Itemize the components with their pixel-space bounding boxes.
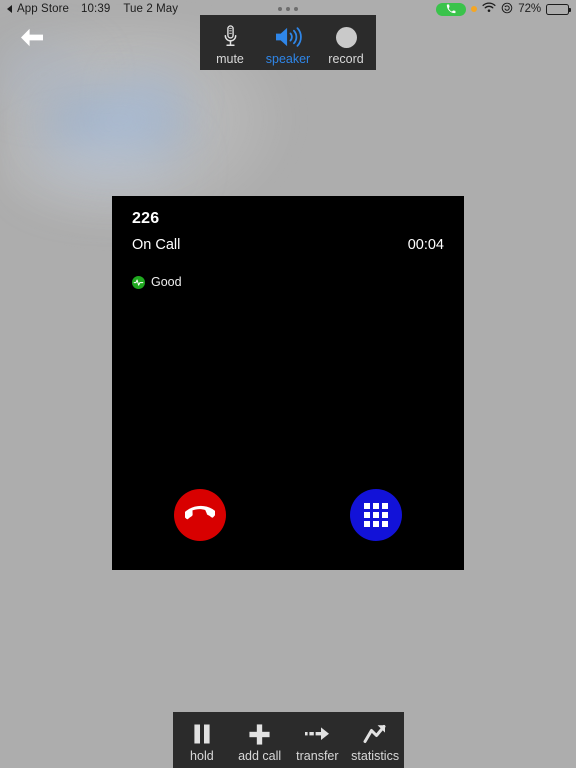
- transfer-button-label: transfer: [296, 749, 339, 763]
- add-call-button-label: add call: [238, 749, 282, 763]
- dashed-arrow-icon: [304, 721, 330, 747]
- microphone-icon: [223, 24, 238, 50]
- multitask-dot: [286, 7, 290, 11]
- call-controls-toolbar-top: mute speaker record: [200, 15, 376, 70]
- call-duration-timer: 00:04: [407, 237, 444, 253]
- signal-pulse-icon: [132, 275, 145, 289]
- end-call-button[interactable]: [174, 489, 226, 541]
- hold-button-label: hold: [190, 749, 214, 763]
- call-quality-label: Good: [151, 275, 182, 289]
- record-circle-icon: [335, 24, 357, 50]
- battery-icon: [546, 3, 572, 15]
- transfer-button[interactable]: transfer: [289, 712, 347, 768]
- speaker-button-label: speaker: [265, 52, 311, 66]
- status-bar: App Store 10:39 Tue 2 May 72%: [0, 0, 576, 18]
- active-call-panel: 226 On Call 00:04 Good: [112, 196, 464, 570]
- pause-icon: [192, 721, 212, 747]
- back-triangle-icon[interactable]: [7, 5, 12, 13]
- status-clock: 10:39: [81, 3, 111, 15]
- mute-button[interactable]: mute: [201, 15, 259, 70]
- multitask-dot: [278, 7, 282, 11]
- status-bar-left: App Store 10:39 Tue 2 May: [7, 3, 178, 15]
- status-bar-right: 72%: [436, 2, 572, 17]
- call-state-label: On Call: [132, 237, 181, 253]
- mute-button-label: mute: [216, 52, 244, 66]
- statistics-button[interactable]: statistics: [346, 712, 404, 768]
- chart-trend-icon: [363, 721, 387, 747]
- battery-percent-label: 72%: [518, 3, 541, 15]
- call-quality-indicator[interactable]: Good: [132, 275, 444, 289]
- dialpad-grid-icon: [364, 503, 388, 527]
- call-number: 226: [132, 210, 160, 227]
- call-action-buttons: [132, 489, 444, 541]
- call-status-row: On Call 00:04: [132, 237, 444, 253]
- hangup-handset-icon: [182, 498, 217, 533]
- speaker-button[interactable]: speaker: [259, 15, 317, 70]
- add-call-button[interactable]: add call: [231, 712, 289, 768]
- record-button[interactable]: record: [317, 15, 375, 70]
- active-call-phone-icon[interactable]: [436, 2, 467, 16]
- keypad-button[interactable]: [350, 489, 402, 541]
- hold-button[interactable]: hold: [173, 712, 231, 768]
- status-back-app-label[interactable]: App Store: [17, 3, 69, 15]
- rotation-lock-icon: [501, 2, 513, 17]
- speaker-waves-icon: [274, 24, 302, 50]
- microphone-in-use-indicator: [471, 6, 478, 12]
- statistics-button-label: statistics: [351, 749, 400, 763]
- wifi-icon: [482, 2, 496, 16]
- plus-icon: [248, 721, 271, 747]
- status-date: Tue 2 May: [123, 3, 179, 15]
- record-button-label: record: [328, 52, 364, 66]
- back-arrow-icon[interactable]: [20, 28, 44, 47]
- multitask-dot: [294, 7, 298, 11]
- call-controls-toolbar-bottom: hold add call transfer statistics: [173, 712, 404, 768]
